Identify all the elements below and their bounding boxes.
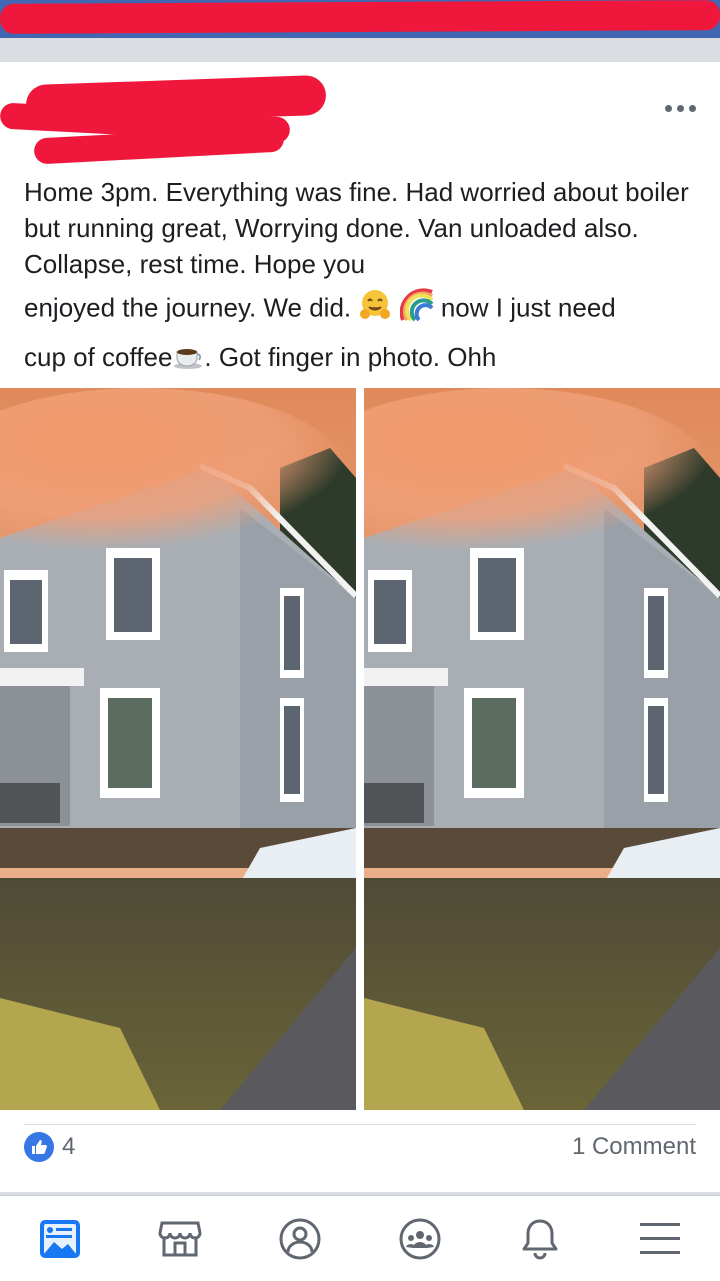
feed-post: Home 3pm. Everything was fine. Had worri… (0, 62, 720, 1192)
bottom-tab-bar (0, 1195, 720, 1281)
tab-notifications[interactable] (510, 1209, 570, 1269)
reactions-bar: 4 1 Comment (0, 1112, 720, 1184)
like-count[interactable]: 4 (62, 1132, 75, 1162)
post-text-line: enjoyed the journey. We did. now I just … (24, 288, 704, 331)
hugging-face-icon (358, 288, 392, 331)
news-feed-icon (40, 1219, 80, 1258)
tab-groups[interactable] (390, 1209, 450, 1269)
post-text-line: Home 3pm. Everything was fine. Had worri… (24, 174, 704, 282)
post-text-part: Home 3pm. Everything was fine. Had worri… (24, 177, 689, 279)
comment-count-link[interactable]: 1 Comment (572, 1132, 696, 1162)
rainbow-icon (399, 288, 434, 331)
post-text-part: cup of coffee (24, 342, 173, 372)
post-photo-2[interactable] (364, 388, 720, 1110)
post-author-header (0, 62, 720, 172)
marketplace-icon (158, 1221, 202, 1256)
post-text-part: enjoyed the journey. We did. (24, 292, 352, 323)
post-photo-1[interactable] (0, 388, 356, 1110)
profile-icon (279, 1218, 321, 1259)
groups-icon (399, 1218, 441, 1259)
tab-profile[interactable] (270, 1209, 330, 1269)
post-divider (24, 1124, 696, 1125)
menu-icon (640, 1222, 680, 1254)
notifications-icon (522, 1219, 558, 1259)
post-options-button[interactable] (660, 96, 700, 120)
top-navigation-bar (0, 0, 720, 38)
photo-grid (0, 388, 720, 1110)
more-dot-icon (664, 104, 672, 112)
more-dot-icon (676, 104, 684, 112)
tab-menu[interactable] (630, 1209, 690, 1269)
feed-gap (0, 38, 720, 62)
redaction-mark-header (0, 0, 720, 34)
hot-beverage-icon (172, 340, 204, 379)
tab-news-feed[interactable] (30, 1209, 90, 1269)
more-dot-icon (688, 104, 696, 112)
post-text-line: cup of coffee . Got finger in photo. Ohh (24, 339, 704, 379)
post-text-part: now I just need (440, 292, 616, 323)
post-message: Home 3pm. Everything was fine. Had worri… (24, 174, 704, 383)
like-reaction-icon[interactable] (24, 1132, 54, 1162)
tab-marketplace[interactable] (150, 1209, 210, 1269)
post-text-part: . Got finger in photo. Ohh (204, 342, 497, 372)
